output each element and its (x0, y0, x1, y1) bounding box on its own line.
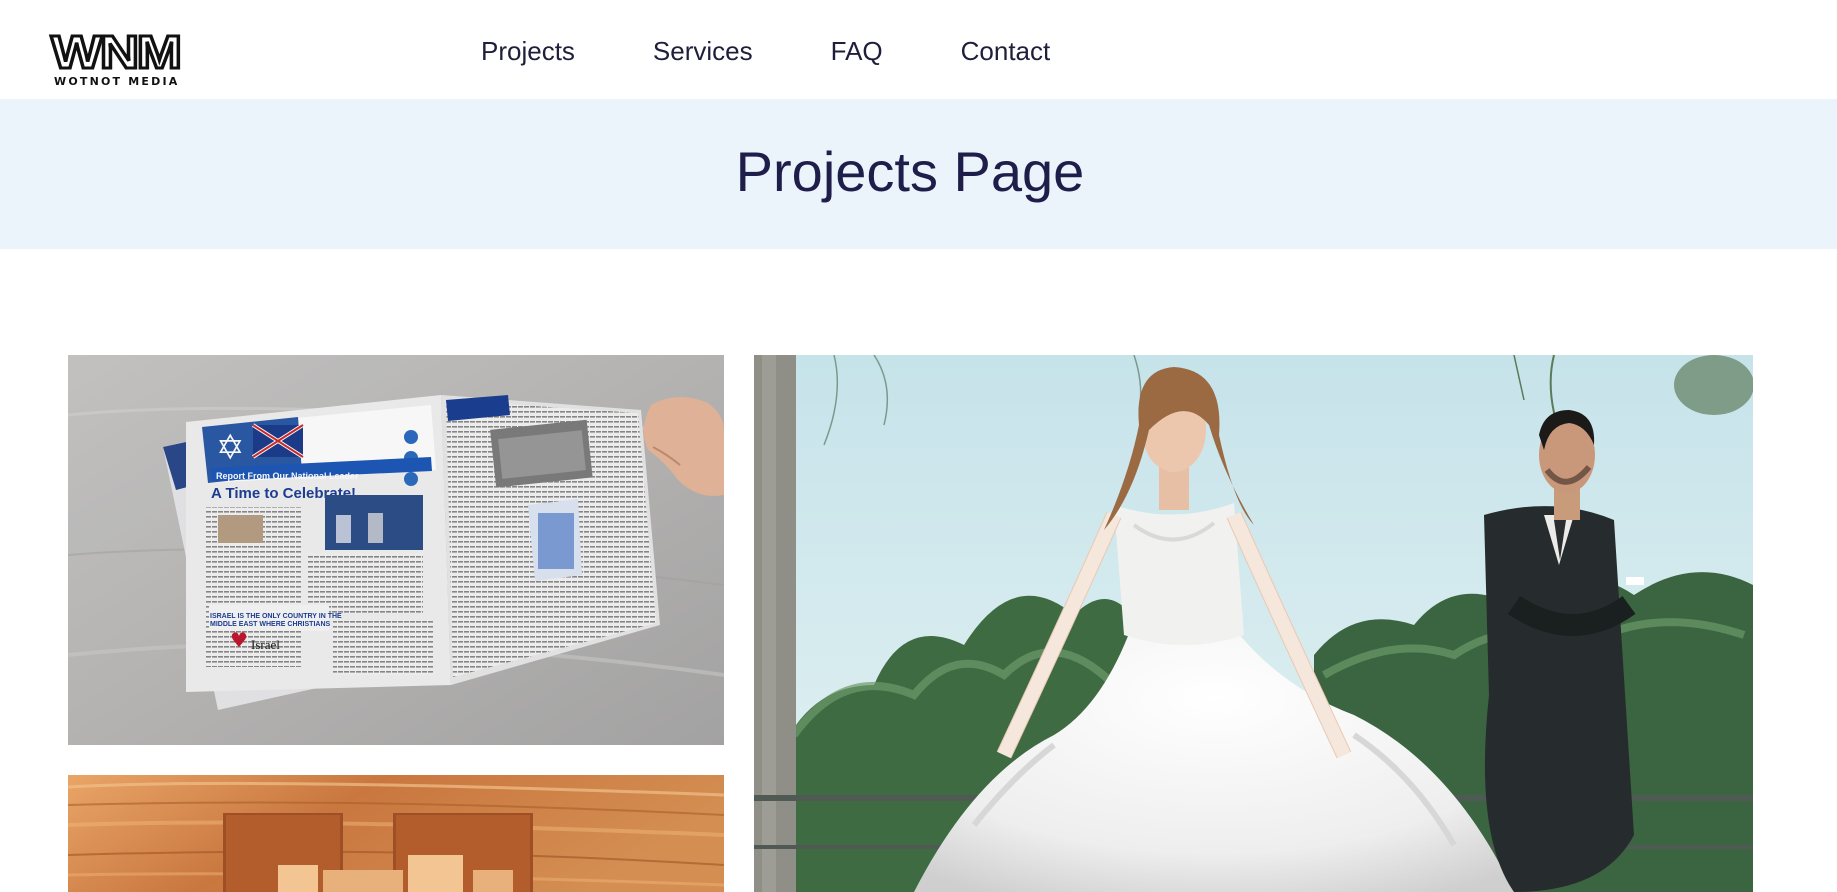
site-header: WNM WOTNOT MEDIA Projects Services FAQ C… (0, 0, 1837, 99)
newspaper-image: ✡ Report From Our National Leader A Time… (68, 355, 724, 745)
engraved-wood-image (68, 775, 724, 892)
project-tile-newspaper[interactable]: ✡ Report From Our National Leader A Time… (68, 355, 724, 745)
nav-link-faq[interactable]: FAQ (831, 34, 883, 68)
logo-subtitle: WOTNOT MEDIA (54, 75, 180, 88)
nav-link-services[interactable]: Services (653, 34, 753, 68)
nav-link-contact[interactable]: Contact (961, 34, 1051, 68)
project-tile-wood-engraving[interactable] (68, 775, 724, 892)
page-title: Projects Page (735, 140, 1085, 203)
main-nav: Projects Services FAQ Contact (481, 34, 1050, 68)
brand-logo[interactable]: WNM WOTNOT MEDIA (49, 28, 203, 89)
project-tile-wedding[interactable] (754, 355, 1753, 892)
nav-link-projects[interactable]: Projects (481, 34, 575, 68)
logo-mark: WNM (49, 26, 183, 78)
wedding-photo-image (754, 355, 1753, 892)
page-banner: Projects Page (0, 99, 1837, 249)
